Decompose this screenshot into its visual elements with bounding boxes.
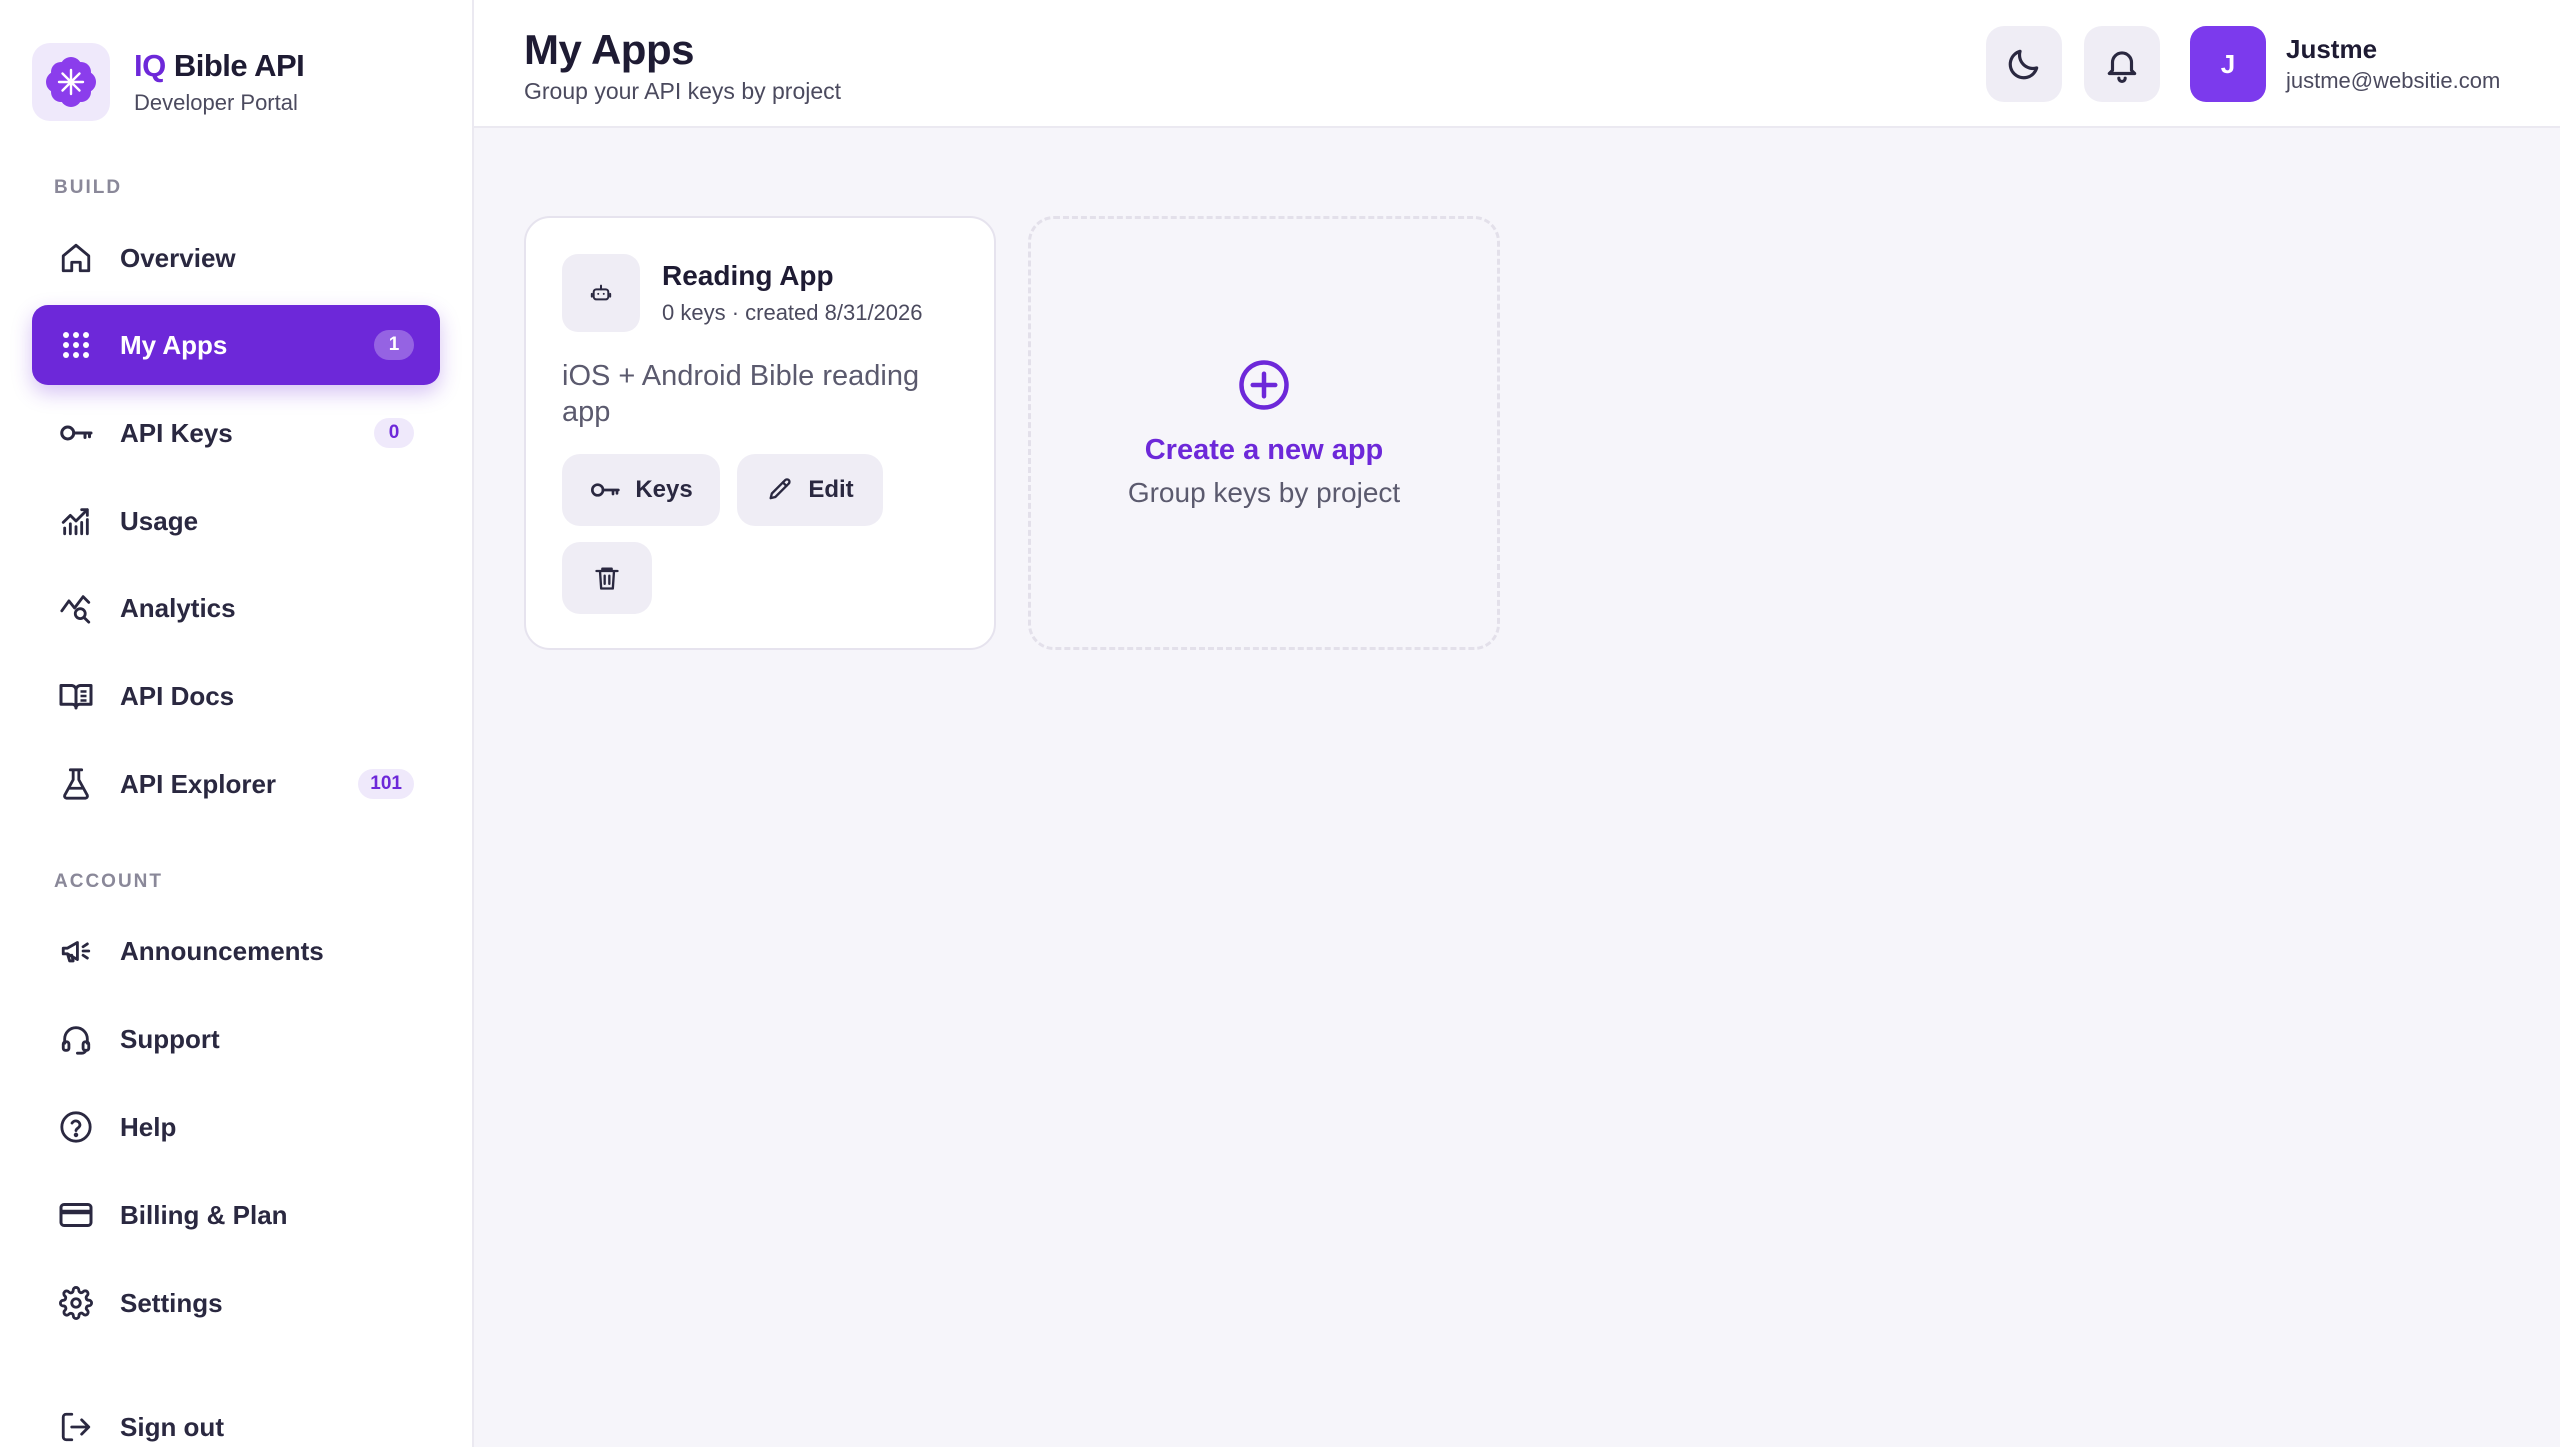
sidebar-item-overview[interactable]: Overview	[32, 218, 440, 298]
app-description: iOS + Android Bible reading app	[562, 360, 920, 428]
sidebar-item-label: Billing & Plan	[120, 1199, 288, 1230]
analytics-icon	[58, 590, 94, 626]
key-icon	[58, 415, 94, 451]
sidebar-item-label: Help	[120, 1111, 177, 1142]
main-content: My Apps Group your API keys by project J…	[474, 0, 2560, 1447]
page-title: My Apps	[524, 26, 694, 73]
count-badge: 1	[374, 330, 414, 360]
sidebar-item-announcements[interactable]: Announcements	[32, 911, 440, 991]
sidebar-item-billing[interactable]: Billing & Plan	[32, 1175, 440, 1255]
sidebar-item-label: Usage	[120, 505, 199, 536]
create-app-card[interactable]: Create a new app Group keys by project	[1028, 216, 1500, 650]
credit-card-icon	[58, 1197, 94, 1233]
brand-title: IQ Bible API	[134, 48, 305, 83]
app-card: Reading App 0 keys · created 8/31/2026 i…	[524, 216, 996, 650]
app-name[interactable]: Reading App	[662, 260, 834, 292]
sidebar-item-label: API Keys	[120, 417, 233, 448]
help-circle-icon	[58, 1109, 94, 1145]
sidebar-item-my-apps[interactable]: My Apps 1	[32, 305, 440, 385]
sidebar-item-help[interactable]: Help	[32, 1087, 440, 1167]
sidebar-item-label: Analytics	[120, 592, 236, 623]
key-icon	[591, 483, 620, 497]
app-root: IQ Bible API Developer Portal BUILD Over…	[0, 0, 2560, 1447]
megaphone-icon	[58, 933, 94, 969]
app-icon	[562, 254, 640, 332]
sidebar-item-analytics[interactable]: Analytics	[32, 568, 440, 648]
app-meta: 0 keys · created 8/31/2026	[662, 300, 923, 325]
edit-button[interactable]: Edit	[737, 454, 883, 526]
brand[interactable]: IQ Bible API Developer Portal	[32, 43, 305, 121]
sidebar-item-label: My Apps	[120, 329, 228, 360]
sidebar-item-support[interactable]: Support	[32, 999, 440, 1079]
section-label-account: ACCOUNT	[54, 871, 163, 892]
sidebar-item-label: API Docs	[120, 680, 235, 711]
sidebar-item-label: Sign out	[120, 1411, 224, 1442]
sidebar-item-label: Support	[120, 1023, 220, 1054]
user-email: justme@websitie.com	[2286, 68, 2501, 93]
brand-logo	[32, 43, 110, 121]
headset-icon	[58, 1021, 94, 1057]
create-app-subtitle: Group keys by project	[1127, 476, 1401, 508]
sidebar-item-api-explorer[interactable]: API Explorer 101	[32, 744, 440, 824]
sidebar-item-label: API Explorer	[120, 768, 277, 799]
pencil-icon	[769, 478, 791, 500]
brand-subtitle: Developer Portal	[134, 90, 298, 115]
sidebar-item-api-keys[interactable]: API Keys 0	[32, 393, 440, 473]
grid-icon	[58, 327, 94, 363]
sidebar-item-usage[interactable]: Usage	[32, 481, 440, 561]
page-subtitle: Group your API keys by project	[524, 78, 842, 104]
delete-button[interactable]	[562, 542, 652, 614]
plus-circle-icon	[1239, 359, 1289, 410]
sign-out-icon	[58, 1409, 94, 1445]
user-name: Justme	[2286, 34, 2378, 64]
flower-logo-icon	[46, 57, 96, 107]
trash-icon	[595, 567, 619, 590]
gear-icon	[58, 1285, 94, 1321]
count-badge: 0	[374, 418, 414, 448]
keys-button[interactable]: Keys	[562, 454, 720, 526]
create-app-title: Create a new app	[1144, 433, 1384, 466]
theme-toggle-button[interactable]	[1986, 26, 2062, 102]
sidebar: IQ Bible API Developer Portal BUILD Over…	[0, 0, 474, 1447]
avatar[interactable]: J	[2190, 26, 2266, 102]
book-icon	[58, 678, 94, 714]
robot-icon	[590, 284, 612, 301]
sidebar-item-settings[interactable]: Settings	[32, 1263, 440, 1343]
usage-chart-icon	[58, 503, 94, 539]
bell-icon	[2107, 51, 2137, 83]
sidebar-item-label: Announcements	[120, 935, 324, 966]
sidebar-item-label: Settings	[120, 1287, 223, 1318]
sign-out-button[interactable]: Sign out	[32, 1387, 440, 1447]
sidebar-item-api-docs[interactable]: API Docs	[32, 656, 440, 736]
home-icon	[58, 240, 94, 276]
moon-icon	[2008, 49, 2039, 80]
flask-icon	[58, 766, 94, 802]
notifications-button[interactable]	[2084, 26, 2160, 102]
count-badge: 101	[358, 769, 414, 799]
page-header: My Apps Group your API keys by project J…	[474, 0, 2560, 128]
section-label-build: BUILD	[54, 177, 123, 198]
sidebar-item-label: Overview	[120, 242, 236, 273]
